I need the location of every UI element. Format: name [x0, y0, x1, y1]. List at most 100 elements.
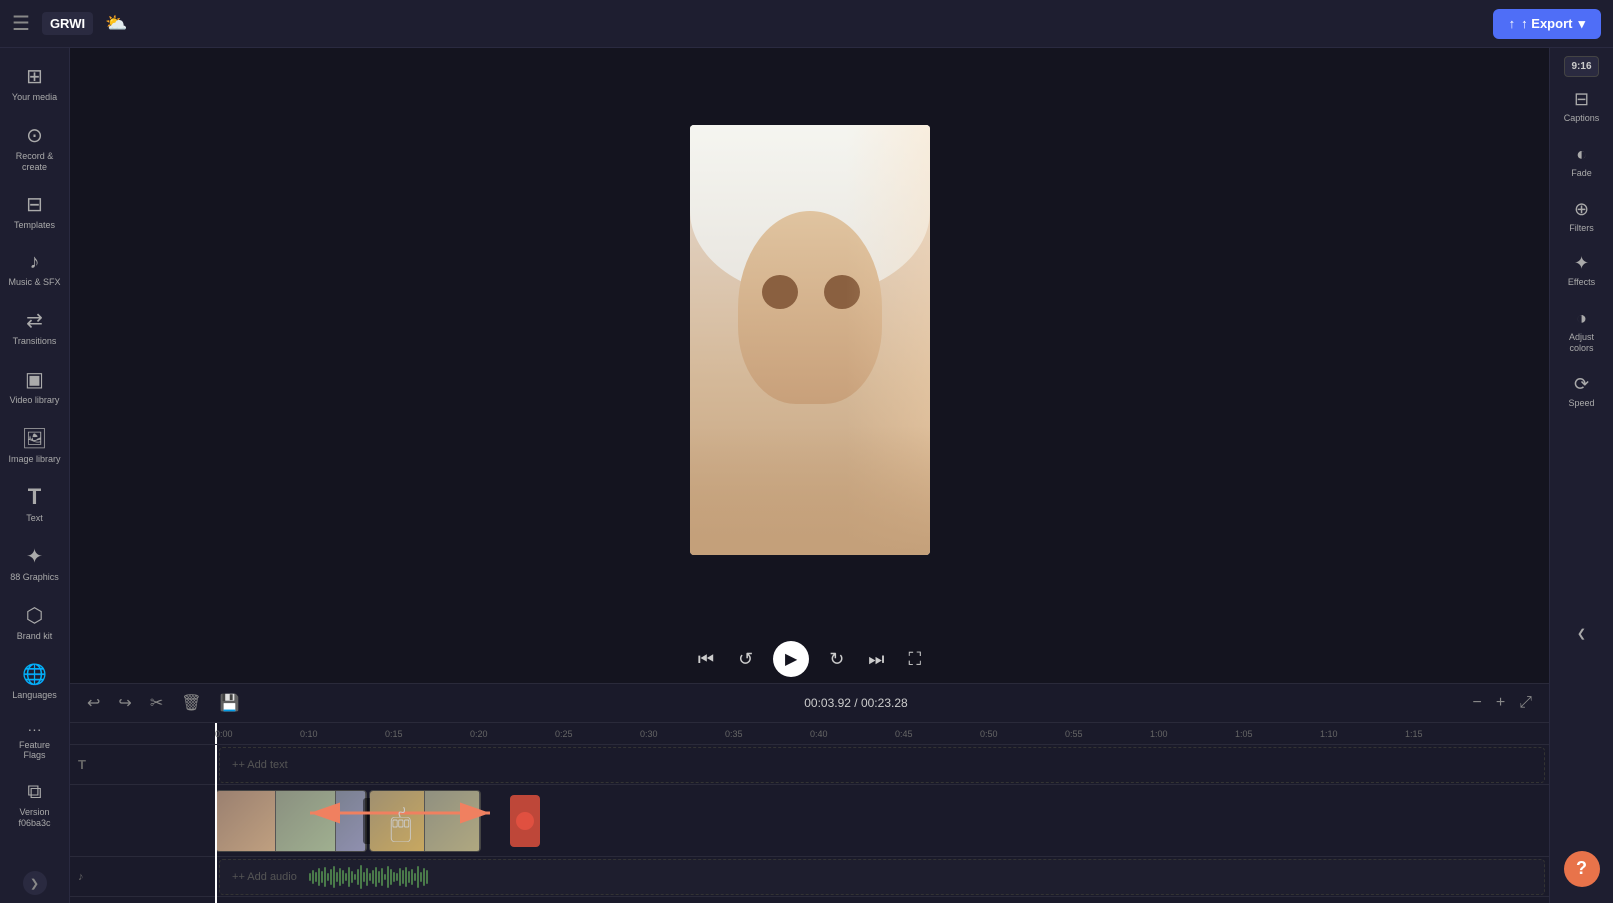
- sidebar-item-graphics[interactable]: ✦ 88 Graphics: [4, 536, 66, 591]
- right-sidebar-collapse-button[interactable]: ❮: [1553, 619, 1611, 648]
- right-sidebar-item-speed[interactable]: ⟳ Speed: [1553, 366, 1611, 417]
- transitions-icon: ⇄: [26, 308, 43, 333]
- help-button[interactable]: ?: [1564, 851, 1600, 887]
- sidebar-item-label: Text: [26, 513, 43, 524]
- right-sidebar-item-effects[interactable]: ✦ Effects: [1553, 245, 1611, 296]
- video-clip-1[interactable]: [215, 790, 367, 852]
- chevron-right-icon: ❯: [30, 877, 39, 890]
- right-sidebar-item-captions[interactable]: ⊟ Captions: [1553, 81, 1611, 132]
- sidebar-item-transitions[interactable]: ⇄ Transitions: [4, 300, 66, 355]
- export-button[interactable]: ↑ ↑ Export ▾: [1493, 9, 1601, 39]
- undo-button[interactable]: ↩: [82, 690, 105, 716]
- sidebar-item-record[interactable]: ⊙ Record &create: [4, 115, 66, 181]
- clip-thumb: [370, 791, 425, 852]
- right-sidebar-item-filters[interactable]: ⊕ Filters: [1553, 191, 1611, 242]
- cut-button[interactable]: ✂: [145, 690, 168, 716]
- audio-track-content[interactable]: + + Add audio: [215, 857, 1549, 896]
- timeline-toolbar: ↩ ↪ ✂ 🗑 💾 00:03.92 / 00:23.28 − + ⤢: [70, 684, 1549, 723]
- audio-track-icon: ♪: [78, 871, 84, 883]
- waveform: [309, 860, 428, 894]
- video-clip-2[interactable]: [369, 790, 481, 852]
- project-title[interactable]: GRWI: [42, 12, 93, 35]
- sidebar-collapse-button[interactable]: ❯: [23, 871, 47, 895]
- zoom-out-button[interactable]: −: [1468, 691, 1487, 715]
- ruler-mark: 0:10: [300, 729, 385, 739]
- audio-track-label: ♪: [70, 871, 215, 883]
- play-icon: ▶: [785, 649, 797, 669]
- skip-back-button[interactable]: ⏮: [694, 645, 718, 674]
- sidebar-item-text[interactable]: T Text: [4, 476, 66, 532]
- sidebar-item-label: Versionf06ba3c: [18, 807, 50, 829]
- ruler-mark: 0:15: [385, 729, 470, 739]
- zoom-in-button[interactable]: +: [1491, 691, 1510, 715]
- ruler-mark: 0:50: [980, 729, 1065, 739]
- sidebar-item-label: Transitions: [13, 336, 57, 347]
- effects-icon: ✦: [1574, 253, 1589, 274]
- sidebar-item-label: Languages: [12, 690, 57, 701]
- add-text-button[interactable]: + + Add text: [219, 747, 1545, 783]
- sidebar-item-label: Record &create: [16, 151, 54, 173]
- delete-button[interactable]: 🗑: [176, 690, 206, 716]
- sidebar-item-video-library[interactable]: ▣ Video library: [4, 359, 66, 414]
- image-library-icon: 🖼: [22, 426, 47, 451]
- topbar: ☰ GRWI ⛅ ↑ ↑ Export ▾: [0, 0, 1613, 48]
- ruler-mark: 0:30: [640, 729, 725, 739]
- filters-icon: ⊕: [1574, 199, 1589, 220]
- right-sidebar-item-label: Captions: [1564, 113, 1600, 124]
- sidebar-item-music[interactable]: ♪ Music & SFX: [4, 243, 66, 296]
- sidebar-item-label: Your media: [12, 92, 57, 103]
- video-library-icon: ▣: [25, 367, 44, 392]
- sidebar-item-languages[interactable]: 🌐 Languages: [4, 654, 66, 709]
- text-track-icon: T: [78, 757, 86, 772]
- sidebar-item-templates[interactable]: ⊟ Templates: [4, 184, 66, 239]
- playhead-line: [215, 745, 217, 903]
- sidebar-item-version[interactable]: ⧉ Versionf06ba3c: [4, 773, 66, 837]
- text-track-row: T + + Add text: [70, 745, 1549, 785]
- redo-button[interactable]: ↪: [113, 690, 136, 716]
- forward-button[interactable]: ↻: [825, 645, 848, 674]
- fullscreen-button[interactable]: ⛶: [904, 645, 925, 674]
- aspect-ratio-badge[interactable]: 9:16: [1564, 56, 1598, 77]
- sidebar-item-label: Templates: [14, 220, 55, 231]
- sidebar-item-feature-flags[interactable]: ··· Feature Flags: [4, 713, 66, 770]
- ruler-mark: 0:45: [895, 729, 980, 739]
- video-clips[interactable]: ⏸: [215, 790, 481, 852]
- ruler-mark: 0:20: [470, 729, 555, 739]
- clip-thumb: [425, 791, 480, 852]
- right-sidebar-item-label: Fade: [1571, 168, 1592, 179]
- right-sidebar-item-label: Adjust colors: [1557, 332, 1607, 354]
- sidebar-item-image-library[interactable]: 🖼 Image library: [4, 418, 66, 473]
- right-sidebar: 9:16 ⊟ Captions ◐ Fade ⊕ Filters ✦ Effec…: [1549, 48, 1613, 903]
- sidebar-item-label: Video library: [10, 395, 60, 406]
- text-track-label: T: [70, 757, 215, 772]
- feature-flags-icon: ···: [28, 721, 42, 737]
- right-sidebar-item-label: Filters: [1569, 223, 1594, 234]
- right-sidebar-item-adjust-colors[interactable]: ◑ Adjust colors: [1553, 300, 1611, 362]
- audio-track-row: ♪ + + Add audio: [70, 857, 1549, 897]
- rewind-button[interactable]: ↺: [734, 645, 757, 674]
- clip-thumb: [276, 791, 336, 852]
- ruler-mark: 0:55: [1065, 729, 1150, 739]
- save-to-track-button[interactable]: 💾: [215, 690, 245, 716]
- sidebar-item-your-media[interactable]: ⊞ Your media: [4, 56, 66, 111]
- add-audio-button[interactable]: + + Add audio: [219, 859, 1545, 895]
- export-dropdown-icon: ▾: [1578, 16, 1585, 32]
- hamburger-icon[interactable]: ☰: [12, 11, 30, 36]
- fade-icon: ◐: [1576, 144, 1587, 165]
- skip-forward-button[interactable]: ⏭: [864, 645, 888, 674]
- version-icon: ⧉: [27, 781, 41, 804]
- brand-kit-icon: ⬡: [26, 603, 43, 628]
- right-sidebar-item-fade[interactable]: ◐ Fade: [1553, 136, 1611, 187]
- play-button[interactable]: ▶: [773, 641, 809, 677]
- ruler-mark: 0:40: [810, 729, 895, 739]
- playhead-indicator: [510, 795, 540, 847]
- expand-timeline-button[interactable]: ⤢: [1514, 691, 1537, 715]
- graphics-icon: ✦: [26, 544, 43, 569]
- ruler-mark: 1:05: [1235, 729, 1320, 739]
- text-track-content[interactable]: + + Add text: [215, 745, 1549, 784]
- captions-icon: ⊟: [1574, 89, 1589, 110]
- timeline-area: ↩ ↪ ✂ 🗑 💾 00:03.92 / 00:23.28 − + ⤢ 0:00: [70, 683, 1549, 903]
- right-sidebar-item-label: Effects: [1568, 277, 1595, 288]
- ruler-mark: 1:00: [1150, 729, 1235, 739]
- sidebar-item-brand-kit[interactable]: ⬡ Brand kit: [4, 595, 66, 650]
